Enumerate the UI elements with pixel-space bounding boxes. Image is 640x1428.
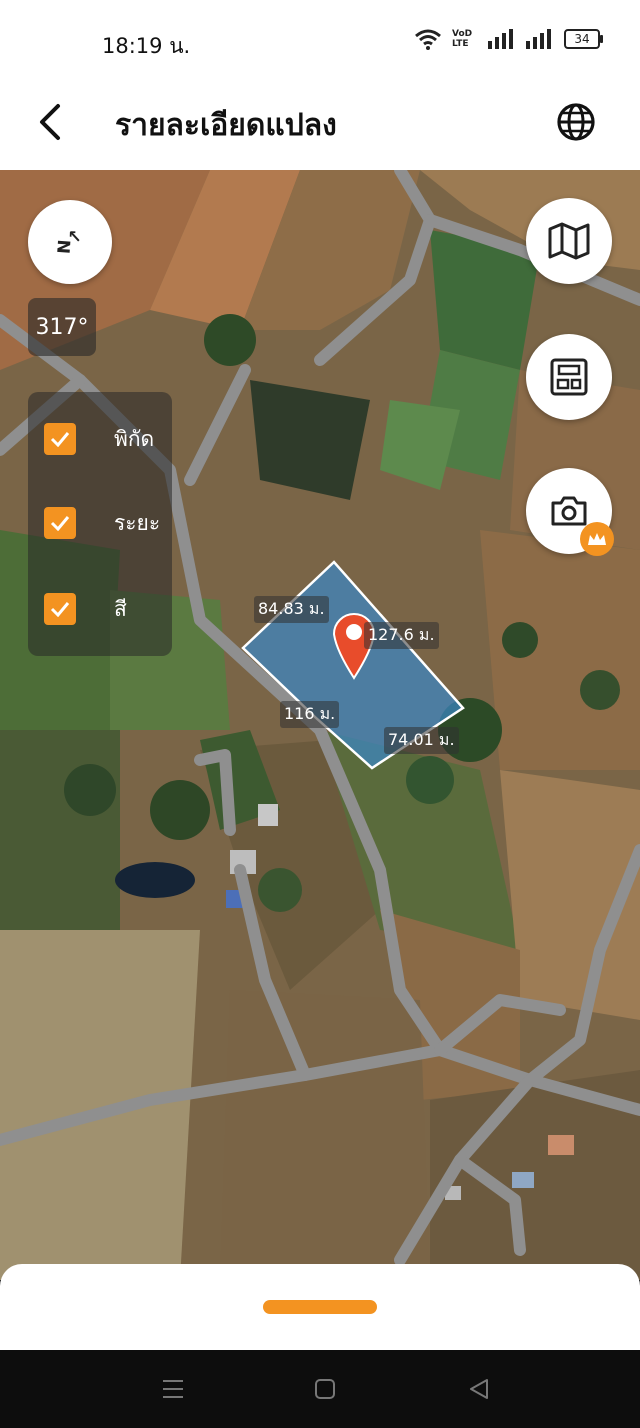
home-button[interactable] <box>310 1374 340 1404</box>
layer-label: สี <box>114 596 127 621</box>
calculator-button[interactable] <box>526 334 612 420</box>
back-button[interactable] <box>30 100 70 144</box>
status-bar: 18:19 น. VoD LTE 34 <box>0 0 640 80</box>
system-nav-bar <box>0 1350 640 1428</box>
bottom-sheet-handle[interactable] <box>263 1300 377 1314</box>
back-nav-button[interactable] <box>464 1374 494 1404</box>
camera-icon <box>551 496 587 526</box>
globe-icon <box>557 103 595 141</box>
checkbox-checked-icon[interactable] <box>44 593 76 625</box>
layer-label: พิกัด <box>114 426 155 451</box>
battery-level: 34 <box>574 32 590 46</box>
compass-label: N <box>54 239 76 255</box>
layer-label: ระยะ <box>114 510 161 535</box>
calculator-icon <box>550 358 588 396</box>
menu-icon <box>163 1380 183 1398</box>
network-label: VoD LTE <box>452 29 473 49</box>
home-icon <box>315 1379 335 1399</box>
distance-label-sw: 116 ม. <box>280 701 340 728</box>
distance-label-nw: 84.83 ม. <box>254 596 329 623</box>
map-icon <box>548 222 590 260</box>
checkbox-checked-icon[interactable] <box>44 423 76 455</box>
bearing-readout: 317° <box>28 298 96 356</box>
layer-toggle-distance[interactable]: ระยะ <box>44 506 174 540</box>
layer-toggle-color[interactable]: สี <box>44 592 174 626</box>
status-time: 18:19 น. <box>102 34 191 58</box>
map-type-button[interactable] <box>526 198 612 284</box>
page-title: รายละเอียดแปลง <box>115 108 337 143</box>
camera-button[interactable] <box>526 468 614 556</box>
signal-icon-2 <box>526 29 551 49</box>
signal-icon <box>488 29 513 49</box>
globe-button[interactable] <box>554 100 598 144</box>
checkbox-checked-icon[interactable] <box>44 507 76 539</box>
compass-button[interactable]: N↑ <box>28 200 112 284</box>
premium-crown-icon <box>580 522 614 556</box>
menu-button[interactable] <box>158 1374 188 1404</box>
back-arrow-icon <box>40 104 60 140</box>
back-icon <box>470 1379 488 1399</box>
wifi-icon <box>415 29 441 50</box>
bottom-sheet[interactable] <box>0 1264 640 1350</box>
battery-icon: 34 <box>564 29 603 49</box>
distance-label-se: 74.01 ม. <box>384 727 459 754</box>
distance-label-ne: 127.6 ม. <box>364 622 439 649</box>
layer-toggle-panel: พิกัด ระยะ สี <box>28 392 172 656</box>
app-header: รายละเอียดแปลง <box>0 80 640 170</box>
satellite-map[interactable]: 84.83 ม. 127.6 ม. 116 ม. 74.01 ม. N↑ 317… <box>0 170 640 1280</box>
compass-icon: N↑ <box>54 224 88 255</box>
status-icons: VoD LTE 34 <box>414 28 603 50</box>
layer-toggle-coordinates[interactable]: พิกัด <box>44 422 174 456</box>
